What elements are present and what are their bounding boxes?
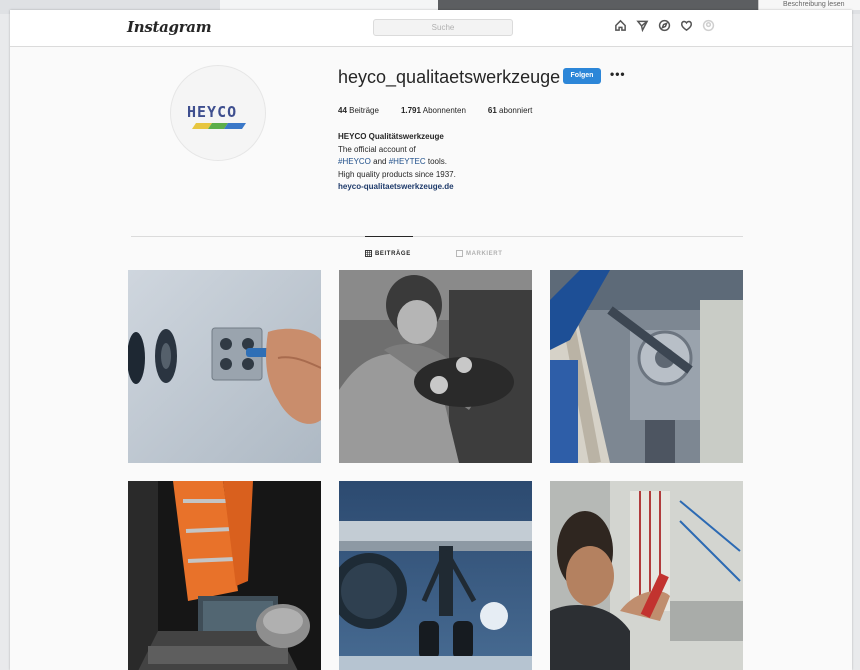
profile-bio: HEYCO Qualitätswerkzeuge The official ac… (338, 131, 598, 194)
post-socket-screwdriver[interactable] (128, 270, 321, 463)
avatar[interactable]: HEYCO (170, 65, 266, 161)
post-workwear-case[interactable] (128, 481, 321, 670)
direct-message-icon[interactable] (635, 18, 649, 32)
home-icon[interactable] (613, 18, 627, 32)
hashtag-heytec[interactable]: #HEYTEC (389, 157, 426, 166)
website-link[interactable]: heyco-qualitaetswerkzeuge.de (338, 181, 598, 194)
browser-window: Instagram Suche HEYCO heyco_qualitaetswe… (10, 10, 852, 670)
bio-line-2: #HEYCO and #HEYTEC tools. (338, 157, 447, 166)
post-flange-wrench[interactable] (550, 270, 743, 463)
hashtag-heyco[interactable]: #HEYCO (338, 157, 371, 166)
grid-icon (365, 250, 372, 257)
more-options-button[interactable]: ••• (610, 67, 626, 81)
search-input[interactable]: Suche (373, 19, 513, 36)
stat-following[interactable]: 61 abonniert (488, 106, 533, 115)
tag-icon (456, 250, 463, 257)
tab-posts[interactable]: BEITRÄGE (365, 250, 411, 257)
background-window-image (438, 0, 758, 10)
post-electrician-wiring[interactable] (550, 481, 743, 670)
background-window-hint: Beschreibung lesen (758, 0, 860, 10)
post-aircraft-landing-gear[interactable] (339, 481, 532, 670)
tab-tagged[interactable]: MARKIERT (456, 250, 502, 257)
instagram-logo[interactable]: Instagram (127, 18, 212, 36)
post-worker-bw[interactable] (339, 270, 532, 463)
explore-icon[interactable] (657, 18, 671, 32)
tabs-divider (131, 236, 743, 237)
follow-button[interactable]: Folgen (563, 68, 601, 84)
bio-line-1: The official account of (338, 144, 416, 154)
heyco-logo-text: HEYCO (187, 103, 238, 121)
top-navigation: Instagram Suche (10, 10, 852, 47)
stat-followers[interactable]: 1.791 Abonnenten (401, 106, 466, 115)
bio-line-3: High quality products since 1937. (338, 169, 456, 179)
profile-stats: 44 Beiträge 1.791 Abonnenten 61 abonnier… (338, 106, 532, 115)
nav-icon-group (613, 18, 715, 32)
heyco-logo-stripes-icon (192, 123, 246, 129)
stat-posts: 44 Beiträge (338, 106, 379, 115)
heart-icon[interactable] (679, 18, 693, 32)
profile-username: heyco_qualitaetswerkzeuge (338, 67, 561, 87)
active-tab-indicator (365, 236, 413, 237)
profile-icon[interactable] (701, 18, 715, 32)
bio-name: HEYCO Qualitätswerkzeuge (338, 132, 444, 141)
